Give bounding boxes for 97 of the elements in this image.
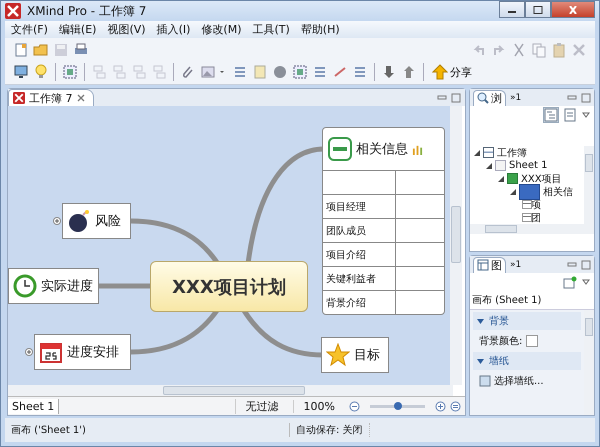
topic-node[interactable]: 相关信息 项目经理 团队成员 项目介绍 关键利益者 背景介绍: [322, 127, 445, 315]
topic-node[interactable]: 实际进度: [8, 268, 99, 304]
minimize-icon[interactable]: [567, 260, 577, 270]
sheet-icon: [495, 160, 506, 171]
minimize-icon[interactable]: [437, 92, 447, 102]
triangle-icon: [477, 318, 484, 324]
pin-icon[interactable]: [563, 275, 577, 289]
autosave-status: 自动保存: 关闭: [289, 423, 370, 437]
grid-icon: [477, 259, 489, 271]
expand-icon[interactable]: [25, 348, 33, 356]
menu-item[interactable]: 修改(M): [201, 22, 242, 37]
section-header[interactable]: 背景: [473, 312, 581, 330]
tree-item[interactable]: 项: [470, 198, 584, 211]
star-icon: [326, 343, 350, 367]
table-cell: 项目经理: [323, 195, 396, 218]
dropdown-caret-icon[interactable]: [582, 111, 590, 119]
close-icon[interactable]: [76, 94, 84, 102]
tree-item[interactable]: 相关信: [470, 185, 584, 198]
topic-node[interactable]: 进度安排: [34, 334, 131, 370]
workbook-icon: [483, 147, 494, 158]
filter-label: 无过滤: [234, 398, 289, 414]
wallpaper-button[interactable]: 选择墙纸...: [479, 374, 544, 388]
page-icon[interactable]: [13, 42, 29, 58]
minimize-icon[interactable]: [567, 92, 577, 102]
vertical-scrollbar[interactable]: [584, 310, 594, 415]
maximize-icon[interactable]: [581, 92, 591, 102]
magnifier-icon: [477, 92, 489, 104]
dropdown-caret-icon[interactable]: [582, 278, 590, 286]
expanded-triangle-icon[interactable]: [486, 162, 492, 168]
zoom-slider[interactable]: [370, 404, 425, 408]
zoom-out-icon[interactable]: [349, 400, 360, 412]
status-selection: 画布 ('Sheet 1'): [11, 424, 87, 437]
table-cell: 背景介绍: [323, 291, 396, 314]
tree-item[interactable]: Sheet 1: [470, 159, 584, 172]
arrow-up-icon: [432, 64, 448, 80]
bar-chart-icon: [412, 144, 423, 154]
menu-item[interactable]: 插入(I): [156, 22, 190, 37]
table-cell: 团队成员: [323, 219, 396, 242]
minimize-button[interactable]: [499, 1, 525, 18]
window-title: XMind Pro - 工作簿 7: [27, 2, 146, 20]
fit-icon[interactable]: [450, 400, 461, 412]
central-topic[interactable]: XXX项目计划: [150, 261, 308, 312]
menu-item[interactable]: 编辑(E): [58, 22, 96, 37]
share-button[interactable]: 分享: [430, 64, 474, 80]
vertical-scrollbar[interactable]: [450, 106, 462, 385]
expanded-triangle-icon[interactable]: [474, 150, 480, 156]
maximize-button[interactable]: [525, 1, 551, 18]
folder-icon[interactable]: [33, 42, 49, 58]
menu-item[interactable]: 工具(T): [252, 22, 290, 37]
expand-icon[interactable]: [53, 217, 61, 225]
table-cell: 关键利益者: [323, 267, 396, 290]
section-header[interactable]: 墙纸: [473, 352, 581, 370]
horizontal-scrollbar[interactable]: [470, 224, 594, 234]
frame-icon[interactable]: [292, 64, 308, 80]
tree-item[interactable]: 团: [470, 211, 584, 224]
table-cell: 项目介绍: [323, 243, 396, 266]
picture-icon: [479, 375, 491, 387]
bomb-icon: [67, 209, 91, 233]
triangle-icon: [477, 358, 484, 364]
tree-view-icon[interactable]: [544, 108, 558, 122]
panel-tab[interactable]: 图: [473, 256, 506, 272]
tree-item[interactable]: XXX项目: [470, 172, 584, 185]
close-icon: [568, 6, 578, 14]
maximize-icon[interactable]: [581, 260, 591, 270]
note-icon[interactable]: [252, 64, 268, 80]
picture-icon[interactable]: [200, 64, 216, 80]
vertical-scrollbar[interactable]: [584, 146, 594, 224]
overflow-tabs[interactable]: »1: [510, 260, 522, 270]
panel-tab[interactable]: 浏: [473, 90, 506, 106]
maximize-icon: [533, 6, 543, 14]
clipboard-icon[interactable]: [551, 42, 567, 58]
menu-item[interactable]: 帮助(H): [300, 22, 340, 37]
overflow-tabs[interactable]: »1: [510, 92, 522, 102]
frame-icon[interactable]: [62, 64, 78, 80]
app-logo-icon: [13, 92, 25, 104]
sheet-view-icon[interactable]: [563, 108, 577, 122]
zoom-in-icon[interactable]: [435, 400, 446, 412]
clock-icon: [13, 274, 37, 298]
sheet-tab[interactable]: Sheet 1: [8, 398, 60, 414]
menu-item[interactable]: 文件(F): [11, 22, 48, 37]
topic-node[interactable]: 目标: [321, 337, 389, 373]
copy-icon[interactable]: [531, 42, 547, 58]
color-swatch[interactable]: [526, 335, 538, 347]
horizontal-scrollbar[interactable]: [8, 385, 453, 396]
topic-node[interactable]: 风险: [62, 203, 131, 239]
expanded-triangle-icon[interactable]: [510, 188, 516, 194]
close-button[interactable]: [551, 1, 595, 18]
monitor-icon[interactable]: [13, 64, 29, 80]
app-logo-icon: [5, 3, 21, 19]
editor-tab[interactable]: 工作簿 7: [8, 89, 94, 106]
calendar-icon: [39, 340, 63, 364]
menu-item[interactable]: 视图(V): [107, 22, 146, 37]
expanded-triangle-icon[interactable]: [498, 176, 504, 182]
tree-item[interactable]: 工作簿: [470, 146, 584, 159]
maximize-icon[interactable]: [451, 92, 461, 102]
zoom-label: 100%: [292, 400, 345, 412]
color-label: 背景颜色:: [479, 334, 522, 348]
